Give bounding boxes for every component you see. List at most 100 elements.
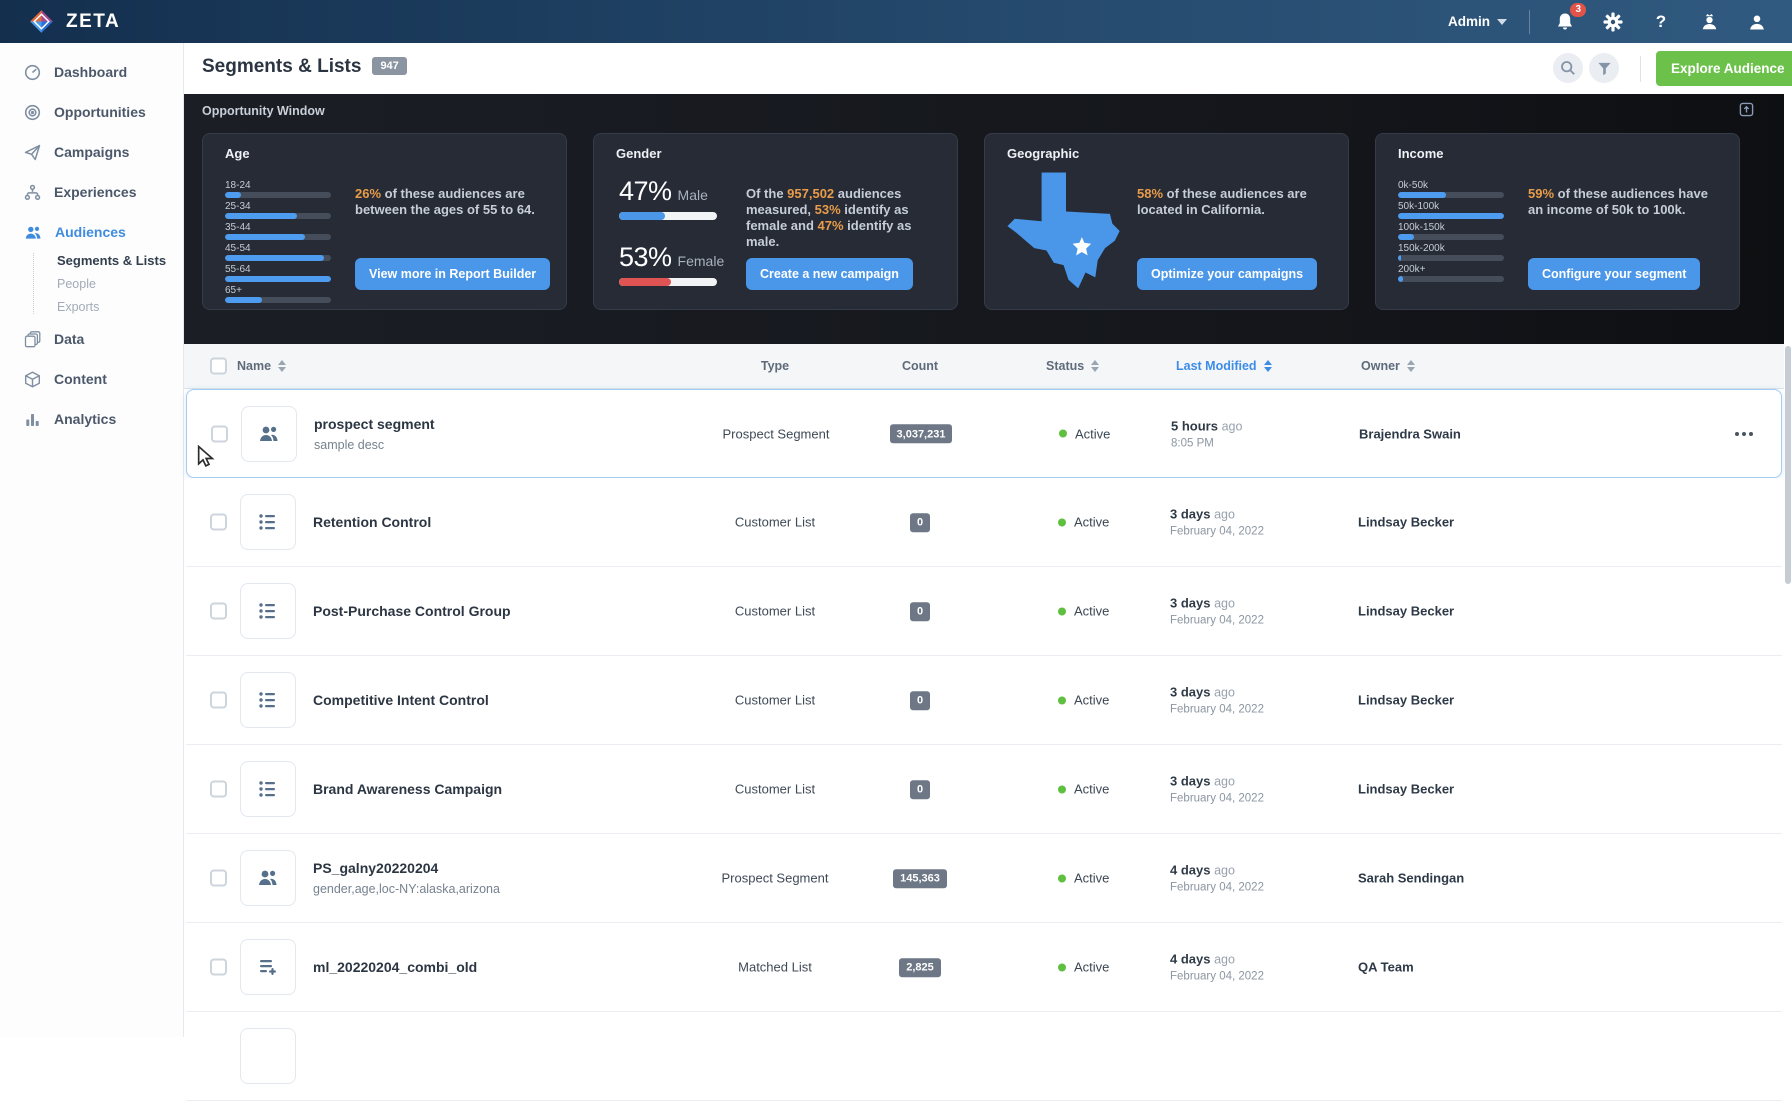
count-badge: 0: [909, 690, 931, 710]
row-status: Active: [1058, 515, 1109, 530]
row-name[interactable]: ml_20220204_combi_old: [313, 959, 643, 975]
table-row[interactable]: Competitive Intent Control Customer List…: [186, 656, 1782, 745]
profile-button[interactable]: [1744, 9, 1770, 35]
table-row[interactable]: Brand Awareness Campaign Customer List 0…: [186, 745, 1782, 834]
row-count: 0: [844, 512, 996, 532]
count-badge: 3,037,231: [889, 424, 953, 444]
age-bar: [225, 276, 331, 282]
column-header-last-modified[interactable]: Last Modified: [1176, 359, 1272, 373]
male-bar: [619, 212, 666, 220]
income-bar-label: 100k-150k: [1398, 222, 1445, 233]
page-title: Segments & Lists 947: [202, 56, 407, 78]
row-checkbox[interactable]: [211, 425, 228, 442]
sidebar-item-campaigns[interactable]: Campaigns: [0, 132, 183, 172]
gender-insight-text: Of the 957,502 audiences measured, 53% i…: [746, 186, 912, 249]
row-type-icon-box: [240, 939, 296, 995]
income-bar: [1398, 255, 1402, 261]
gender-card: Gender 47% Male 53% Female Of the 957,502 …: [593, 133, 958, 310]
age-bar-label: 35-44: [225, 222, 251, 233]
column-header-status[interactable]: Status: [1046, 359, 1100, 373]
row-name[interactable]: Brand Awareness Campaign: [313, 781, 643, 797]
admin-menu[interactable]: Admin: [1448, 14, 1507, 29]
row-checkbox[interactable]: [210, 958, 227, 976]
chevron-down-icon: [1497, 18, 1507, 25]
zeta-logo[interactable]: ZETA: [0, 8, 120, 35]
sidebar-item-data[interactable]: Data: [0, 319, 183, 359]
age-highlight: 26%: [355, 186, 382, 201]
age-bar: [225, 297, 263, 303]
table-row[interactable]: Retention Control Customer List 0 Active…: [186, 478, 1782, 567]
report-builder-button[interactable]: View more in Report Builder: [355, 258, 551, 290]
sidebar-item-analytics[interactable]: Analytics: [0, 399, 183, 439]
status-dot: [1058, 518, 1066, 526]
collapse-panel-icon[interactable]: [1739, 102, 1754, 122]
column-header-owner[interactable]: Owner: [1361, 359, 1415, 373]
row-name[interactable]: Competitive Intent Control: [313, 692, 643, 708]
vertical-scrollbar[interactable]: [1785, 346, 1791, 584]
admin-menu-label: Admin: [1448, 14, 1490, 29]
column-header-name[interactable]: Name: [237, 359, 287, 373]
explore-audience-button[interactable]: Explore Audience: [1656, 51, 1792, 86]
segments-table: prospect segment sample desc Prospect Seg…: [186, 389, 1782, 1101]
sidebar-item-audiences[interactable]: Audiences: [0, 212, 183, 252]
search-button[interactable]: [1553, 53, 1583, 83]
row-checkbox[interactable]: [210, 513, 227, 531]
table-row[interactable]: ml_20220204_combi_old Matched List 2,825…: [186, 923, 1782, 1012]
table-row-partial[interactable]: [186, 1012, 1782, 1101]
row-last-modified: 3 days ago February 04, 2022: [1170, 595, 1264, 627]
settings-button[interactable]: [1600, 9, 1626, 35]
female-stat: 53% Female: [619, 242, 724, 286]
row-checkbox[interactable]: [210, 780, 227, 798]
sidebar-item-exports[interactable]: Exports: [57, 300, 183, 314]
sidebar-item-segments-lists[interactable]: Segments & Lists: [57, 253, 183, 268]
sort-icon: [1406, 360, 1415, 372]
status-dot: [1058, 874, 1066, 882]
notifications-button[interactable]: 3: [1552, 2, 1586, 35]
table-header: Name Type Count Status Last Modified Own…: [184, 344, 1784, 389]
row-count: 0: [844, 690, 996, 710]
geographic-insight-text: 58% of these audiences are located in Ca…: [1137, 186, 1307, 217]
table-row[interactable]: prospect segment sample desc Prospect Seg…: [186, 389, 1782, 478]
age-insight-text: 26% of these audiences are between the a…: [355, 186, 535, 217]
row-name[interactable]: PS_galny20220204: [313, 860, 643, 876]
configure-segment-button[interactable]: Configure your segment: [1528, 258, 1701, 290]
row-checkbox[interactable]: [210, 602, 227, 620]
create-campaign-button[interactable]: Create a new campaign: [746, 258, 913, 290]
row-name[interactable]: Retention Control: [313, 514, 643, 530]
row-count: 0: [844, 601, 996, 621]
row-status: Active: [1058, 604, 1109, 619]
optimize-campaigns-button[interactable]: Optimize your campaigns: [1137, 258, 1318, 290]
row-owner: Lindsay Becker: [1358, 514, 1455, 530]
count-badge: 2,825: [899, 957, 941, 977]
stacked-pages-icon: [24, 330, 41, 347]
female-percentage: 53%: [619, 242, 672, 272]
table-row[interactable]: Post-Purchase Control Group Customer Lis…: [186, 567, 1782, 656]
row-name[interactable]: prospect segment: [314, 416, 644, 432]
help-icon: ?: [1655, 11, 1667, 31]
sidebar-item-dashboard[interactable]: Dashboard: [0, 52, 183, 92]
notification-count-badge: 3: [1570, 2, 1586, 17]
admin-users-button[interactable]: [1696, 9, 1722, 35]
row-owner: Lindsay Becker: [1358, 603, 1455, 619]
row-checkbox[interactable]: [210, 691, 227, 709]
sort-icon: [1091, 360, 1100, 372]
sidebar-item-people[interactable]: People: [57, 277, 183, 291]
income-card-title: Income: [1398, 146, 1444, 161]
row-name[interactable]: Post-Purchase Control Group: [313, 603, 643, 619]
row-checkbox[interactable]: [210, 869, 227, 887]
sidebar-item-opportunities[interactable]: Opportunities: [0, 92, 183, 132]
table-row[interactable]: PS_galny20220204 gender,age,loc-NY:alaska…: [186, 834, 1782, 923]
income-bar: [1398, 192, 1446, 198]
sort-icon: [278, 360, 287, 372]
sidebar-item-experiences[interactable]: Experiences: [0, 172, 183, 212]
sidebar-item-label: Campaigns: [54, 144, 130, 160]
age-card: Age 18-24 25-34 35-44 45-54 55-64 65+ 26…: [202, 133, 567, 310]
select-all-checkbox[interactable]: [210, 357, 227, 375]
row-actions-menu[interactable]: [1735, 431, 1753, 436]
sidebar-item-content[interactable]: Content: [0, 359, 183, 399]
help-button[interactable]: ?: [1648, 9, 1674, 35]
count-badge: 145,363: [893, 868, 947, 888]
sidebar-item-label: Data: [54, 331, 85, 347]
filter-button[interactable]: [1589, 53, 1619, 83]
income-bar-label: 50k-100k: [1398, 201, 1440, 212]
